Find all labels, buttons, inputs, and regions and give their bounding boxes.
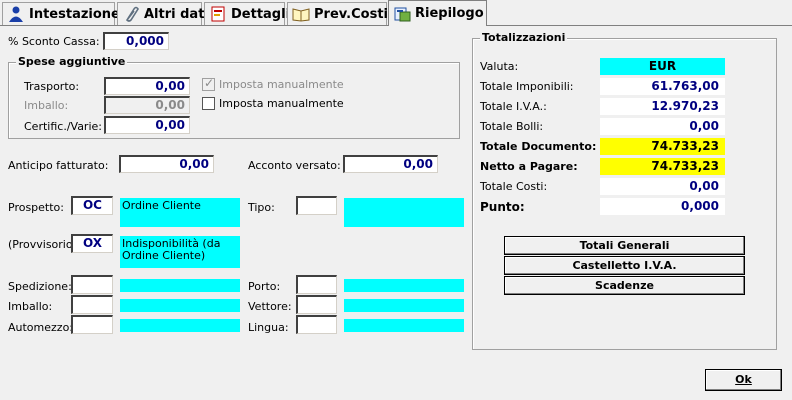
- totale-bolli-value: 0,00: [600, 118, 725, 135]
- tab-intestazione[interactable]: Intestazione: [2, 2, 120, 25]
- prospetto-description: Ordine Cliente: [120, 198, 240, 227]
- document-icon: [209, 6, 227, 22]
- imballo-label: Imballo:: [24, 99, 69, 112]
- porto-label: Porto:: [248, 280, 281, 293]
- tab-label: Intestazione: [29, 6, 120, 22]
- ok-button[interactable]: Ok: [705, 369, 782, 391]
- person-icon: [7, 6, 25, 22]
- imballo-code-input[interactable]: [71, 295, 113, 314]
- castelletto-iva-button[interactable]: Castelletto I.V.A.: [504, 256, 745, 275]
- certific-varie-label: Certific./Varie:: [24, 120, 102, 133]
- netto-a-pagare-label: Netto a Pagare:: [480, 160, 578, 173]
- totale-documento-value: 74.733,23: [600, 138, 725, 155]
- tab-label: Altri dati: [144, 6, 209, 22]
- totalizzazioni-title: Totalizzazioni: [480, 31, 568, 44]
- scadenze-button[interactable]: Scadenze: [504, 276, 745, 295]
- valuta-value: EUR: [600, 58, 725, 75]
- spese-aggiuntive-title: Spese aggiuntive: [16, 55, 128, 68]
- acconto-versato-label: Acconto versato:: [248, 159, 341, 172]
- totale-costi-value: 0,00: [600, 178, 725, 195]
- sconto-cassa-label: % Sconto Cassa:: [8, 35, 100, 48]
- summary-icon: [393, 6, 411, 22]
- spedizione-description: [120, 279, 240, 292]
- tab-prev-costi[interactable]: Prev.Costi: [287, 2, 388, 25]
- imposta-manualmente-label-1: Imposta manualmente: [219, 78, 344, 91]
- trasporto-input[interactable]: 0,00: [104, 77, 190, 95]
- vettore-code-input[interactable]: [296, 295, 337, 314]
- punto-value: 0,000: [600, 198, 725, 215]
- sconto-cassa-input[interactable]: 0,000: [103, 32, 169, 50]
- lingua-code-input[interactable]: [296, 315, 337, 334]
- lingua-description: [344, 319, 464, 332]
- tipo-code-input[interactable]: [296, 196, 337, 215]
- imballo-input[interactable]: 0,00: [104, 96, 190, 114]
- valuta-label: Valuta:: [480, 60, 519, 73]
- spedizione-label: Spedizione:: [8, 280, 72, 293]
- vettore-label: Vettore:: [248, 300, 292, 313]
- tab-label: Dettagli: [231, 6, 291, 22]
- porto-code-input[interactable]: [296, 275, 337, 294]
- totale-documento-label: Totale Documento:: [480, 140, 597, 153]
- netto-a-pagare-value: 74.733,23: [600, 158, 725, 175]
- trasporto-label: Trasporto:: [24, 80, 80, 93]
- totale-bolli-label: Totale Bolli:: [480, 120, 544, 133]
- totale-costi-label: Totale Costi:: [480, 180, 548, 193]
- anticipo-fatturato-label: Anticipo fatturato:: [8, 159, 109, 172]
- tab-altri-dati[interactable]: Altri dati: [117, 2, 209, 25]
- spedizione-code-input[interactable]: [71, 275, 113, 294]
- tipo-description: [344, 198, 464, 227]
- totale-imponibili-label: Totale Imponibili:: [480, 80, 574, 93]
- imposta-manualmente-label-2: Imposta manualmente: [219, 97, 344, 110]
- imposta-manualmente-checkbox-2[interactable]: [202, 97, 215, 110]
- tab-bar: Intestazione Altri dati Dettagli Prev.Co…: [0, 0, 792, 26]
- totale-iva-label: Totale I.V.A.:: [480, 100, 547, 113]
- prospetto-label: Prospetto:: [8, 201, 64, 214]
- provvisorio-description: Indisponibilità (da Ordine Cliente): [120, 236, 240, 268]
- provvisorio-code-input[interactable]: OX: [71, 234, 113, 253]
- prospetto-code-input[interactable]: OC: [71, 196, 113, 215]
- lingua-label: Lingua:: [248, 321, 289, 334]
- imballo-description: [120, 299, 240, 312]
- tab-dettagli[interactable]: Dettagli: [204, 2, 290, 25]
- automezzo-label: Automezzo:: [8, 321, 74, 334]
- tab-label: Riepilogo: [415, 6, 484, 21]
- tab-riepilogo[interactable]: Riepilogo: [388, 0, 487, 26]
- book-icon: [292, 6, 310, 22]
- totali-generali-button[interactable]: Totali Generali: [504, 236, 745, 255]
- imposta-manualmente-checkbox-1[interactable]: [202, 76, 215, 91]
- totale-imponibili-value: 61.763,00: [600, 78, 725, 95]
- tipo-label: Tipo:: [248, 201, 275, 214]
- acconto-versato-input[interactable]: 0,00: [343, 155, 438, 173]
- vettore-description: [344, 299, 464, 312]
- totale-iva-value: 12.970,23: [600, 98, 725, 115]
- tab-label: Prev.Costi: [314, 6, 388, 22]
- automezzo-code-input[interactable]: [71, 315, 113, 334]
- anticipo-fatturato-input[interactable]: 0,00: [119, 155, 214, 173]
- certific-varie-input[interactable]: 0,00: [104, 116, 190, 134]
- punto-label: Punto:: [480, 200, 525, 214]
- paperclip-icon: [122, 6, 140, 22]
- automezzo-description: [120, 319, 240, 332]
- porto-description: [344, 279, 464, 292]
- provvisorio-label: (Provvisorio):: [8, 238, 81, 251]
- imballo-code-label: Imballo:: [8, 300, 53, 313]
